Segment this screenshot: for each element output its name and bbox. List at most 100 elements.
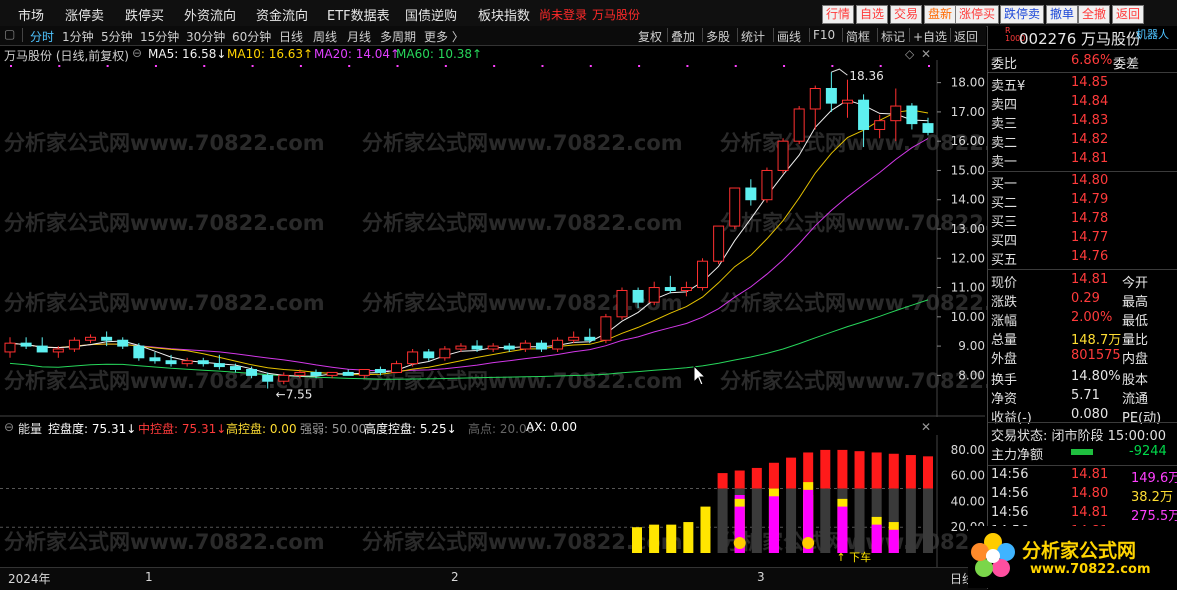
top-button-3[interactable]: 盘新 [924, 5, 957, 24]
login-status[interactable]: 尚未登录 [539, 6, 587, 23]
period-tab-1[interactable]: 1分钟 [62, 28, 94, 45]
period-tab-6[interactable]: 日线 [279, 28, 303, 45]
menu-limit-down-buy[interactable]: 跌停买 [125, 5, 164, 24]
toolbar-button-0[interactable]: 复权 [638, 28, 662, 45]
top-button-6[interactable]: 撤单 [1046, 5, 1079, 24]
candle-body[interactable] [825, 87, 837, 104]
bid-row[interactable]: 买五 14.76 [991, 249, 1176, 268]
candle-body[interactable] [423, 351, 435, 359]
ask-row[interactable]: 卖二 14.82 [991, 132, 1176, 151]
bid-row[interactable]: 买二 14.79 [991, 192, 1176, 211]
candle-body[interactable] [374, 369, 386, 373]
candle-body[interactable] [149, 357, 161, 362]
period-tab-3[interactable]: 15分钟 [140, 28, 179, 45]
candle-body[interactable] [36, 345, 48, 353]
candle-body[interactable] [906, 105, 918, 125]
candle-body[interactable] [439, 348, 451, 359]
candle-body[interactable] [793, 108, 805, 142]
candle-body[interactable] [584, 336, 596, 341]
candle-body[interactable] [616, 289, 628, 318]
candle-body[interactable] [181, 360, 193, 365]
candle-body[interactable] [117, 339, 129, 347]
indicator-collapse-icon[interactable]: ⊖ [4, 420, 14, 434]
candle-body[interactable] [262, 374, 274, 382]
period-tab-2[interactable]: 5分钟 [101, 28, 133, 45]
menu-market[interactable]: 市场 [18, 5, 44, 24]
candle-body[interactable] [165, 360, 177, 365]
period-tab-8[interactable]: 月线 [347, 28, 371, 45]
energy-indicator-chart[interactable]: 分析家公式网www.70822.com 分析家公式网www.70822.com 分析… [0, 435, 987, 567]
candle-body[interactable] [326, 371, 338, 376]
menu-sector-index[interactable]: 板块指数 [478, 5, 530, 24]
candle-body[interactable] [648, 287, 660, 303]
ask-row[interactable]: 卖三 14.83 [991, 113, 1176, 132]
candle-body[interactable] [697, 260, 709, 289]
candle-body[interactable] [890, 105, 902, 122]
candle-body[interactable] [680, 287, 692, 291]
candle-body[interactable] [229, 366, 241, 371]
candle-body[interactable] [841, 99, 853, 104]
candle-body[interactable] [246, 369, 258, 376]
period-tab-9[interactable]: 多周期 [380, 28, 416, 45]
candle-body[interactable] [552, 339, 564, 350]
menu-limit-up-sell[interactable]: 涨停卖 [65, 5, 104, 24]
candle-body[interactable] [342, 371, 354, 376]
top-button-8[interactable]: 返回 [1112, 5, 1145, 24]
candle-body[interactable] [632, 289, 644, 303]
candle-body[interactable] [761, 169, 773, 201]
toolbar-button-2[interactable]: 多股 [706, 28, 730, 45]
candle-body[interactable] [133, 345, 145, 359]
diamond-icon[interactable]: ◇ [905, 47, 914, 61]
candle-body[interactable] [85, 336, 97, 341]
toolbar-button-5[interactable]: F10 [813, 28, 835, 42]
candle-body[interactable] [358, 369, 370, 376]
top-button-5[interactable]: 跌停卖 [1000, 5, 1045, 24]
toolbar-button-7[interactable]: 标记 [881, 28, 905, 45]
candle-body[interactable] [197, 360, 209, 365]
candle-body[interactable] [391, 363, 403, 373]
toolbar-button-8[interactable]: +自选 [913, 28, 947, 45]
candle-body[interactable] [278, 374, 290, 382]
candle-body[interactable] [568, 336, 580, 341]
candle-body[interactable] [535, 342, 547, 350]
toolbar-button-9[interactable]: 返回 [954, 28, 978, 45]
indicator-close-icon[interactable]: ✕ [921, 420, 931, 434]
bid-row[interactable]: 买三 14.78 [991, 211, 1176, 230]
candle-body[interactable] [407, 351, 419, 365]
candle-body[interactable] [600, 316, 612, 341]
menu-foreign-flow[interactable]: 外资流向 [184, 5, 236, 24]
candle-body[interactable] [487, 345, 499, 350]
close-icon[interactable]: ✕ [921, 47, 931, 61]
period-tab-4[interactable]: 30分钟 [186, 28, 225, 45]
menu-fund-flow[interactable]: 资金流向 [256, 5, 308, 24]
candle-body[interactable] [52, 348, 64, 353]
candle-body[interactable] [101, 336, 113, 341]
candle-body[interactable] [455, 345, 467, 350]
top-button-0[interactable]: 行情 [822, 5, 855, 24]
toolbar-button-6[interactable]: 简框 [846, 28, 870, 45]
candle-body[interactable] [745, 187, 757, 201]
candle-body[interactable] [68, 339, 80, 350]
top-button-4[interactable]: 涨停买 [955, 5, 1000, 24]
candle-body[interactable] [213, 363, 225, 368]
candle-body[interactable] [4, 342, 16, 353]
candle-body[interactable] [777, 140, 789, 171]
period-tab-7[interactable]: 周线 [313, 28, 337, 45]
candle-body[interactable] [729, 187, 741, 227]
period-tab-5[interactable]: 60分钟 [232, 28, 271, 45]
candle-body[interactable] [858, 99, 870, 130]
bid-row[interactable]: 买一 14.80 [991, 173, 1176, 192]
candle-body[interactable] [471, 345, 483, 350]
candle-body[interactable] [922, 123, 934, 133]
candle-body[interactable] [809, 87, 821, 110]
robot-link[interactable]: 机器人 [1136, 26, 1169, 42]
ask-row[interactable]: 卖五¥ 14.85 [991, 75, 1176, 94]
menu-etf-table[interactable]: ETF数据表 [327, 5, 390, 24]
candle-body[interactable] [20, 342, 32, 347]
candle-body[interactable] [664, 287, 676, 291]
period-tab-10[interactable]: 更多 〉 [424, 28, 464, 45]
top-button-1[interactable]: 自选 [856, 5, 889, 24]
candle-body[interactable] [294, 371, 306, 376]
menu-bond-repo[interactable]: 国债逆购 [405, 5, 457, 24]
legend-collapse-icon[interactable]: ⊖ [132, 46, 142, 60]
